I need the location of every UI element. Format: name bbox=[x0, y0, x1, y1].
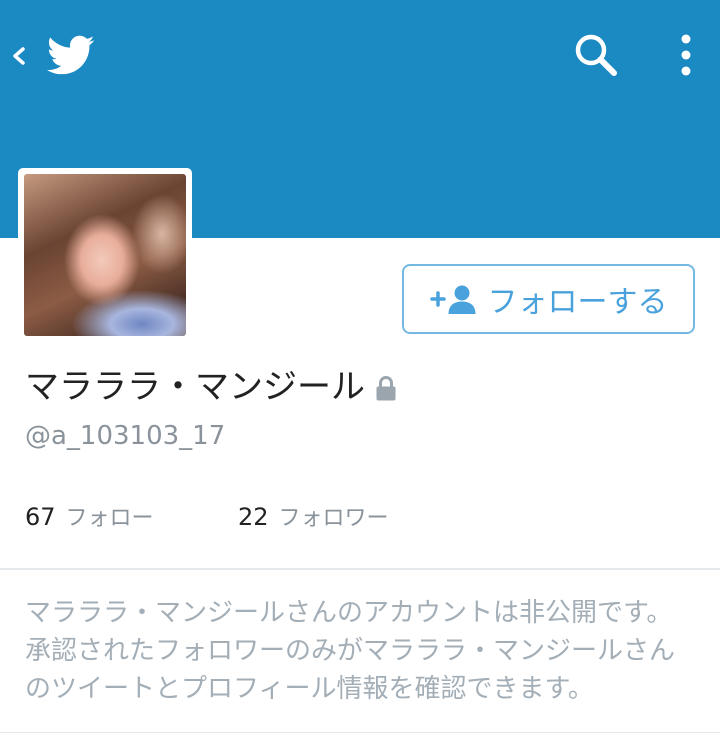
notice-line: のツイートとプロフィール情報を確認できます。 bbox=[25, 674, 594, 704]
search-button[interactable] bbox=[572, 31, 620, 79]
lock-icon bbox=[376, 376, 396, 401]
avatar[interactable] bbox=[24, 174, 186, 336]
protected-account-notice: マラララ・マンジールさんのアカウントは非公開です。 承認されたフォロワーのみがマ… bbox=[25, 594, 705, 708]
followers-count-link[interactable]: 22 フォロワー bbox=[238, 500, 389, 534]
notice-line: 承認されたフォロワーのみがマラララ・マンジールさん bbox=[25, 636, 676, 666]
display-name: マラララ・マンジール bbox=[25, 367, 365, 407]
follow-button-label: フォローする bbox=[487, 285, 668, 320]
notice-line: マラララ・マンジールさんのアカウントは非公開です。 bbox=[25, 598, 673, 628]
twitter-bird-icon bbox=[46, 35, 95, 75]
profile-name-row: マラララ・マンジール bbox=[25, 364, 397, 410]
search-icon bbox=[575, 34, 617, 76]
overflow-menu-button[interactable] bbox=[672, 29, 700, 81]
following-count-link[interactable]: 67 フォロー bbox=[25, 500, 154, 534]
add-user-icon bbox=[429, 285, 475, 314]
following-count: 67 bbox=[25, 503, 56, 531]
chevron-left-icon bbox=[13, 47, 25, 65]
followers-count: 22 bbox=[238, 503, 269, 531]
more-vertical-icon bbox=[681, 34, 691, 76]
user-handle: @a_103103_17 bbox=[25, 421, 226, 451]
follow-button[interactable]: フォローする bbox=[402, 264, 695, 334]
followers-label: フォロワー bbox=[278, 506, 389, 531]
section-divider bbox=[0, 568, 720, 570]
following-label: フォロー bbox=[65, 506, 154, 531]
bottom-divider bbox=[0, 732, 720, 733]
up-navigation-button[interactable] bbox=[6, 30, 102, 82]
avatar-frame[interactable] bbox=[18, 168, 192, 342]
